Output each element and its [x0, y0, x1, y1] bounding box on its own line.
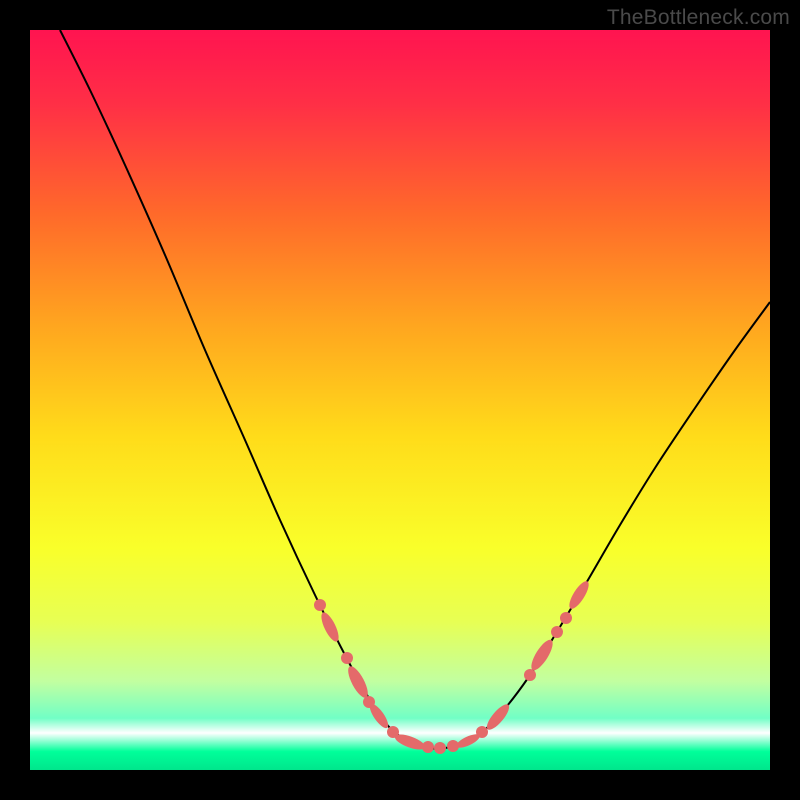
curve-marker: [528, 637, 557, 673]
curve-marker: [524, 669, 536, 681]
curve-marker: [314, 599, 326, 611]
curve-marker: [484, 701, 513, 733]
curve-marker: [566, 579, 592, 612]
curve-marker: [551, 626, 563, 638]
curve-marker: [344, 664, 371, 701]
curve-marker: [367, 701, 392, 730]
curve-marker: [318, 610, 342, 644]
bottleneck-curve: [30, 30, 770, 770]
curve-marker: [434, 742, 446, 754]
watermark-text: TheBottleneck.com: [607, 6, 790, 30]
curve-marker: [341, 652, 353, 664]
curve-marker: [422, 741, 434, 753]
curve-marker: [476, 726, 488, 738]
curve-marker: [560, 612, 572, 624]
plot-frame: [30, 30, 770, 770]
